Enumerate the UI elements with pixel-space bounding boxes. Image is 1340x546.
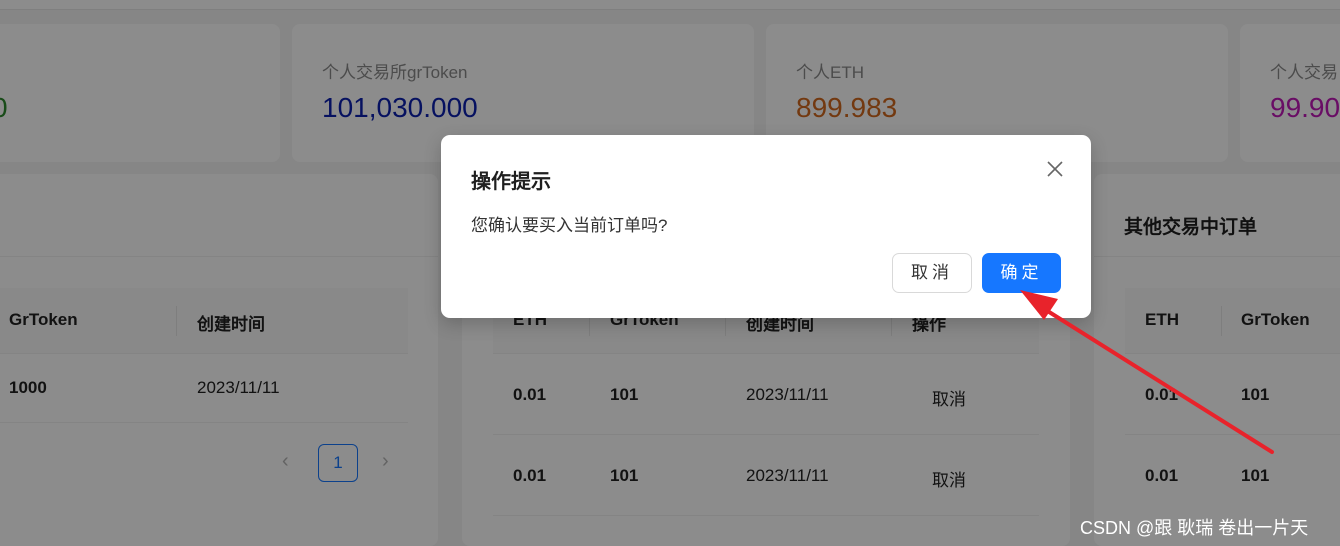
cancel-button[interactable]: 取消	[892, 253, 972, 293]
dialog-message: 您确认要买入当前订单吗?	[471, 216, 668, 235]
confirm-button[interactable]: 确定	[982, 253, 1061, 293]
close-icon[interactable]	[1045, 159, 1065, 179]
confirm-dialog: 操作提示 您确认要买入当前订单吗? 取消 确定	[441, 135, 1091, 318]
watermark: CSDN @跟 耿瑞 卷出一片天	[1080, 518, 1309, 538]
dialog-title: 操作提示	[471, 171, 551, 193]
